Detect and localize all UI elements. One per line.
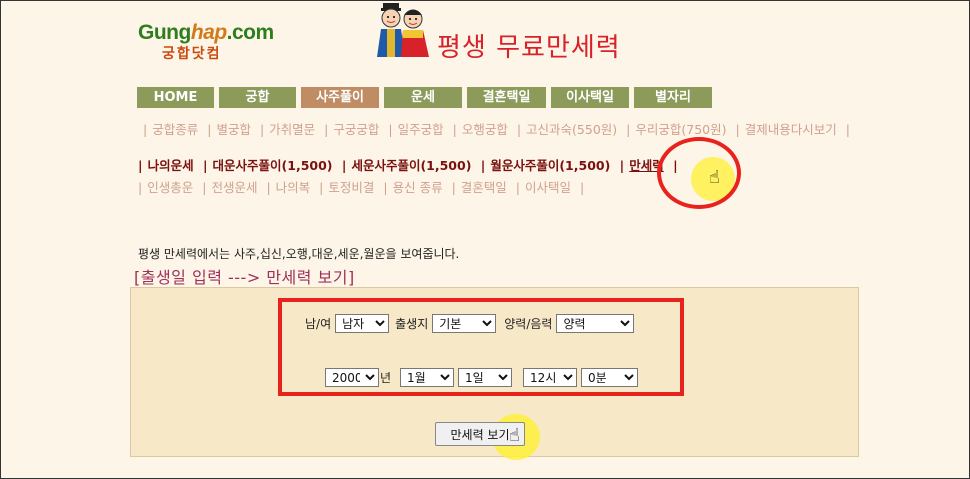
form-row-1: 남/여 남자 출생지 기본 양력/음력 양력 [305,314,635,333]
sublinks-unse: | 인생총운 | 전생운세 | 나의복 | 토정비결 | 용신 종류 | 결혼택일 | 이사택… [138,180,585,195]
sublink[interactable]: 일주궁합 [398,122,444,137]
hand-cursor-icon: ☝ [509,425,520,446]
sublink[interactable]: 고신과숙(550원) [526,122,617,137]
calendar-select[interactable]: 양력 [556,314,635,333]
sublink[interactable]: 세운사주풀이(1,500) [351,158,471,173]
sublink[interactable]: 오행궁합 [462,122,508,137]
logo-korean: 궁합닷컴 [162,46,222,62]
menu-horoscope[interactable]: 별자리 [634,87,712,108]
sublink[interactable]: 결혼택일 [461,180,507,195]
menu-saju[interactable]: 사주풀이 [301,87,379,108]
year-suffix: 년 [380,371,392,385]
page-title: 평생 무료만세력 [437,33,621,63]
menu-moving-day[interactable]: 이사택일 [551,87,629,108]
sublink[interactable]: 나의복 [276,180,311,195]
sublink[interactable]: 별궁합 [216,122,251,137]
sublinks-saju: | 나의운세 | 대운사주풀이(1,500) | 세운사주풀이(1,500) | 월운사… [138,158,678,173]
sublink[interactable]: 토정비결 [328,180,374,195]
menu-unse[interactable]: 운세 [384,87,462,108]
section-title: [출생일 입력 ---> 만세력 보기] [134,268,355,287]
hour-select[interactable]: 12시 [523,368,578,387]
minute-select[interactable]: 0분 [581,368,639,387]
calendar-label: 양력/음력 [504,317,553,331]
intro-text: 평생 만세력에서는 사주,십신,오행,대운,세운,월운을 보여줍니다. [138,247,460,261]
menu-wedding-day[interactable]: 결혼택일 [467,87,546,108]
sublink[interactable]: 결제내용다시보기 [745,122,837,137]
sublink[interactable]: 구궁궁합 [333,122,379,137]
sublink[interactable]: 인생총운 [147,180,193,195]
sublink[interactable]: 전생운세 [211,180,257,195]
sublink[interactable]: 가취멸문 [269,122,315,137]
logo-text: Gunghap.com [138,21,274,44]
form-row-2: 2000 년 1월 1일 12시 0분 [325,368,639,387]
sublink[interactable]: 나의운세 [148,158,194,173]
sublinks-gunghap: | 궁합종류 | 별궁합 | 가취멸문 | 구궁궁합 | 일주궁합 | 오행궁합 | 고신과숙… [143,122,850,137]
sublink[interactable]: 월운사주풀이(1,500) [490,158,610,173]
menu-gunghap[interactable]: 궁합 [219,87,296,108]
day-select[interactable]: 1일 [458,368,513,387]
sublink[interactable]: 우리궁합(750원) [635,122,726,137]
sublink[interactable]: 궁합종류 [152,122,198,137]
gender-select[interactable]: 남자 [335,314,390,333]
menu-home[interactable]: HOME [137,87,214,108]
birthplace-label: 출생지 [395,317,429,331]
sublink[interactable]: 이사택일 [525,180,571,195]
sublink[interactable]: 용신 종류 [393,180,443,195]
site-logo[interactable]: Gunghap.com 궁합닷컴 [138,21,274,63]
month-select[interactable]: 1월 [400,368,455,387]
annotation-circle [657,137,741,209]
main-menu: HOME 궁합 사주풀이 운세 결혼택일 이사택일 별자리 [137,87,712,108]
hand-cursor-icon: ☝ [709,167,720,188]
gender-label: 남/여 [305,317,332,331]
sublink[interactable]: 대운사주풀이(1,500) [213,158,333,173]
birthplace-select[interactable]: 기본 [432,314,497,333]
mascot-illustration [377,3,429,57]
year-select[interactable]: 2000 [325,368,379,387]
